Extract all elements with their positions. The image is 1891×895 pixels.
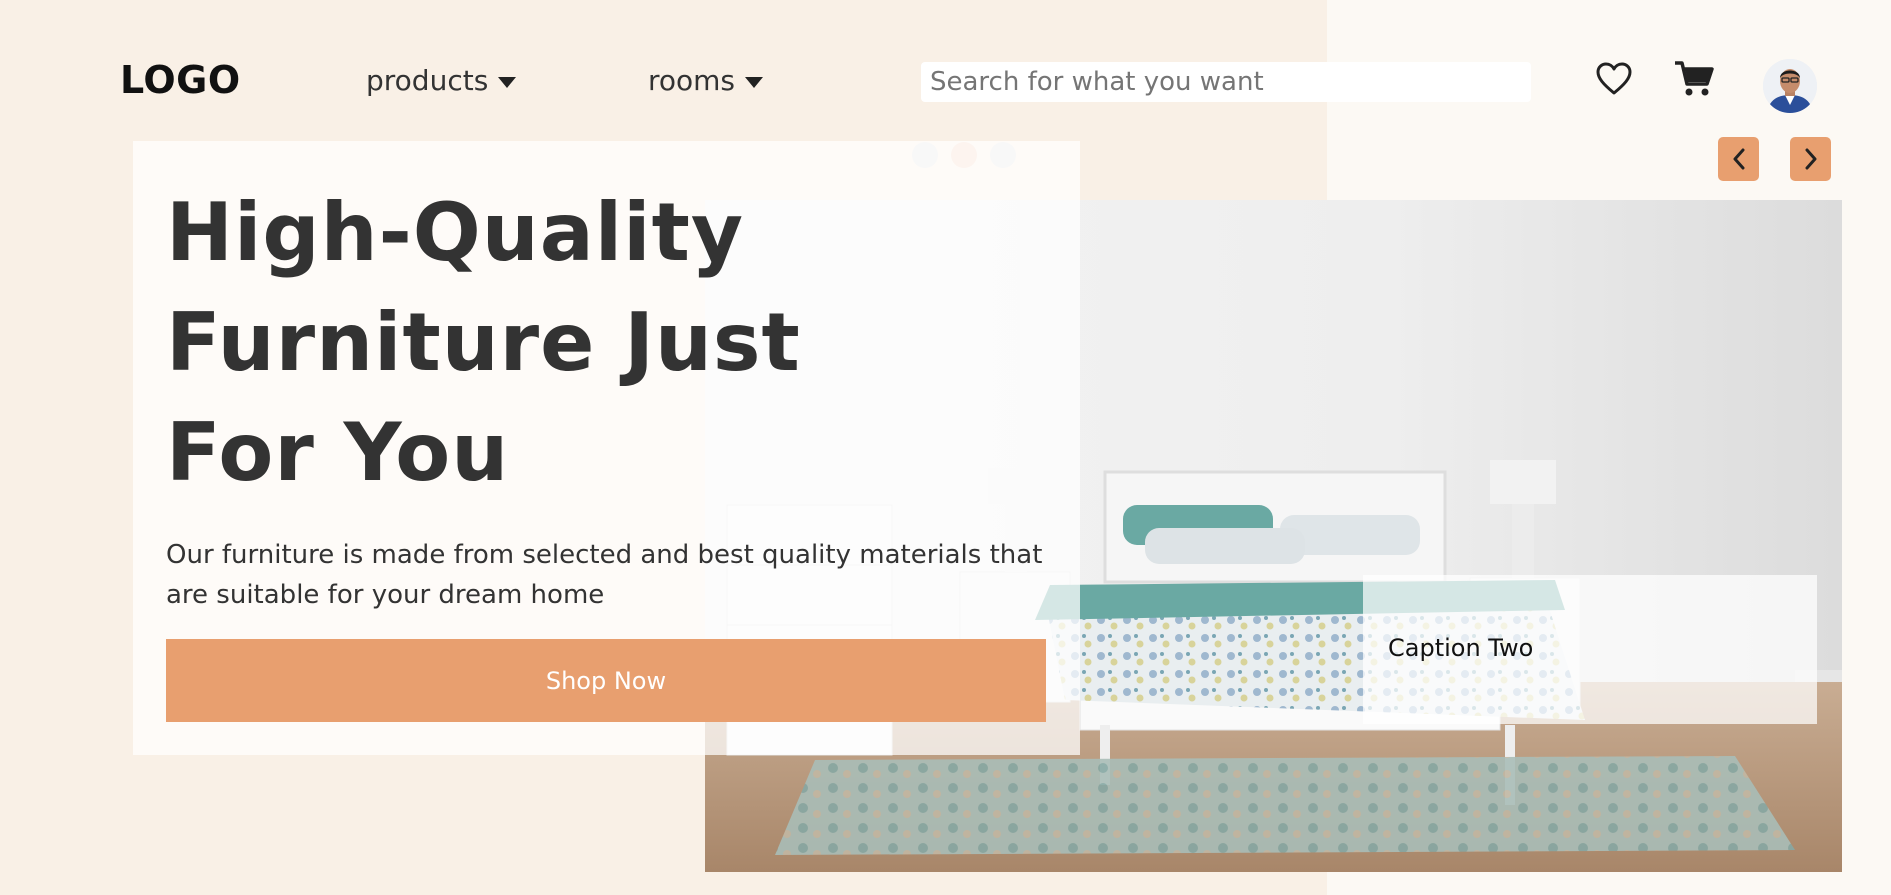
carousel-caption: Caption Two [1388, 634, 1534, 662]
nav-products-label: products [366, 64, 489, 97]
nav-rooms-label: rooms [648, 64, 736, 97]
hero-title: High-Quality Furniture Just For You [166, 186, 801, 499]
logo[interactable]: LOGO [120, 58, 241, 102]
cart-icon [1675, 61, 1714, 96]
caret-down-icon [745, 77, 764, 88]
carousel-prev-button[interactable] [1718, 137, 1759, 181]
heart-icon [1596, 62, 1632, 95]
shop-now-button[interactable]: Shop Now [166, 639, 1046, 722]
nav-rooms-dropdown[interactable]: rooms [648, 64, 764, 97]
search-input[interactable] [921, 62, 1531, 102]
avatar[interactable] [1763, 59, 1817, 113]
chevron-left-icon [1733, 148, 1744, 170]
hero-subtitle: Our furniture is made from selected and … [166, 540, 1043, 610]
wishlist-button[interactable] [1596, 62, 1632, 96]
nav-products-dropdown[interactable]: products [366, 64, 517, 97]
caret-down-icon [498, 77, 517, 88]
user-avatar-image [1763, 59, 1817, 113]
cart-button[interactable] [1674, 60, 1714, 98]
carousel-next-button[interactable] [1790, 137, 1831, 181]
chevron-right-icon [1805, 148, 1816, 170]
